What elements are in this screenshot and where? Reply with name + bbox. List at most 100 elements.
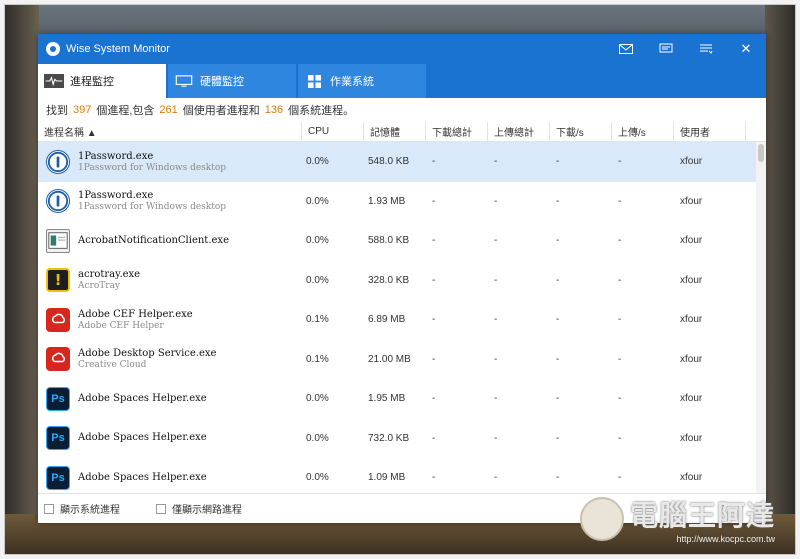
download-rate-value: - xyxy=(556,432,560,444)
table-row[interactable]: AcrobatNotificationClient.exe 0.0% 588.0… xyxy=(38,221,766,261)
download-total-value: - xyxy=(432,472,436,484)
total-process-count: 397 xyxy=(73,104,92,116)
column-header-download-rate[interactable]: 下載/s xyxy=(550,121,612,142)
column-header-cpu[interactable]: CPU xyxy=(302,121,364,142)
mail-button[interactable] xyxy=(606,34,646,64)
column-header-upload-total[interactable]: 上傳總計 xyxy=(488,121,550,142)
background-sky xyxy=(39,5,765,35)
photoshop-icon: Ps xyxy=(46,386,70,411)
download-total-value: - xyxy=(432,156,436,168)
tab-label: 作業系統 xyxy=(330,76,374,88)
feedback-button[interactable] xyxy=(646,34,686,64)
download-rate-value: - xyxy=(556,235,560,247)
hardware-monitor-icon xyxy=(174,74,194,88)
column-header-name[interactable]: 進程名稱 ▲ xyxy=(38,121,302,142)
cpu-value: 0.1% xyxy=(306,353,329,365)
show-system-processes-checkbox[interactable]: 顯示系統進程 xyxy=(44,501,120,516)
tab-hardware-monitor[interactable]: 硬體監控 xyxy=(168,64,296,98)
user-value: xfour xyxy=(680,195,703,207)
memory-value: 6.89 MB xyxy=(368,314,406,326)
table-row[interactable]: Adobe CEF Helper.exe Adobe CEF Helper 0.… xyxy=(38,300,766,340)
table-row[interactable]: 1Password.exe 1Password for Windows desk… xyxy=(38,142,766,182)
download-total-value: - xyxy=(432,393,436,405)
tab-operating-system[interactable]: 作業系統 xyxy=(298,64,426,98)
process-name: 1Password.exe xyxy=(78,190,154,202)
tab-label: 進程監控 xyxy=(70,76,114,88)
upload-total-value: - xyxy=(494,353,498,365)
summary-mid2: 個使用者進程和 xyxy=(182,105,260,117)
download-total-value: - xyxy=(432,235,436,247)
download-rate-value: - xyxy=(556,314,560,326)
photoshop-icon: Ps xyxy=(46,465,70,490)
user-value: xfour xyxy=(680,353,703,365)
close-button[interactable]: ✕ xyxy=(726,34,766,64)
download-rate-value: - xyxy=(556,274,560,286)
column-header-spacer xyxy=(746,122,766,142)
process-list: 1Password.exe 1Password for Windows desk… xyxy=(38,142,766,493)
checkbox-box[interactable] xyxy=(44,503,54,514)
upload-total-value: - xyxy=(494,314,498,326)
table-row[interactable]: Ps Adobe Spaces Helper.exe 0.0% 732.0 KB… xyxy=(38,419,766,459)
scrollbar-thumb[interactable] xyxy=(758,144,764,162)
download-rate-value: - xyxy=(556,195,560,207)
tab-process-monitor[interactable]: 進程監控 xyxy=(38,64,166,98)
memory-value: 548.0 KB xyxy=(368,156,410,168)
upload-total-value: - xyxy=(494,195,498,207)
window-title: Wise System Monitor xyxy=(66,43,170,55)
summary-mid1: 個進程,包含 xyxy=(96,105,155,117)
process-name: Adobe Spaces Helper.exe xyxy=(78,471,207,483)
summary-prefix: 找到 xyxy=(46,105,68,117)
user-value: xfour xyxy=(680,274,703,286)
user-value: xfour xyxy=(680,432,703,444)
download-total-value: - xyxy=(432,432,436,444)
app-window: Wise System Monitor ✕ 進程監控 硬體監控 作業系統 找到 … xyxy=(38,34,766,523)
column-header-upload-rate[interactable]: 上傳/s xyxy=(612,121,674,142)
title-bar[interactable]: Wise System Monitor ✕ xyxy=(38,34,766,64)
user-process-count: 261 xyxy=(159,104,178,116)
upload-total-value: - xyxy=(494,235,498,247)
photoshop-icon: Ps xyxy=(46,426,70,451)
menu-button[interactable] xyxy=(686,34,726,64)
cpu-value: 0.0% xyxy=(306,472,329,484)
process-description: 1Password for Windows desktop xyxy=(78,202,227,213)
memory-value: 1.93 MB xyxy=(368,195,406,207)
upload-total-value: - xyxy=(494,393,498,405)
process-summary: 找到 397 個進程,包含 261 個使用者進程和 136 個系統進程。 xyxy=(38,98,766,122)
process-name: 1Password.exe xyxy=(78,150,154,162)
table-row[interactable]: Adobe Desktop Service.exe Creative Cloud… xyxy=(38,340,766,380)
download-rate-value: - xyxy=(556,472,560,484)
memory-value: 732.0 KB xyxy=(368,432,410,444)
table-row[interactable]: Ps Adobe Spaces Helper.exe 0.0% 1.09 MB … xyxy=(38,458,766,493)
cpu-value: 0.0% xyxy=(306,393,329,405)
acrobat-notification-icon xyxy=(46,228,70,253)
column-header-user[interactable]: 使用者 xyxy=(674,121,746,142)
system-process-count: 136 xyxy=(264,104,284,116)
upload-total-value: - xyxy=(494,432,498,444)
download-rate-value: - xyxy=(556,393,560,405)
download-total-value: - xyxy=(432,274,436,286)
show-network-only-checkbox[interactable]: 僅顯示網路進程 xyxy=(156,501,242,516)
background-tower-right xyxy=(765,5,795,554)
upload-rate-value: - xyxy=(618,393,622,405)
download-total-value: - xyxy=(432,353,436,365)
desktop-background: Wise System Monitor ✕ 進程監控 硬體監控 作業系統 找到 … xyxy=(4,4,796,555)
cpu-value: 0.1% xyxy=(306,314,329,326)
process-name: Adobe Spaces Helper.exe xyxy=(78,392,207,404)
checkbox-box[interactable] xyxy=(156,503,166,514)
user-value: xfour xyxy=(680,156,703,168)
upload-rate-value: - xyxy=(618,314,622,326)
memory-value: 588.0 KB xyxy=(368,235,410,247)
process-name: Adobe Spaces Helper.exe xyxy=(78,432,207,444)
table-row[interactable]: 1Password.exe 1Password for Windows desk… xyxy=(38,182,766,222)
user-value: xfour xyxy=(680,235,703,247)
table-row[interactable]: ! acrotray.exe AcroTray 0.0% 328.0 KB - … xyxy=(38,261,766,301)
vertical-scrollbar[interactable] xyxy=(756,142,766,493)
memory-value: 1.09 MB xyxy=(368,472,406,484)
watermark-url: http://www.kocpc.com.tw xyxy=(676,534,775,544)
column-header-memory[interactable]: 記憶體 xyxy=(364,121,426,142)
process-description: Creative Cloud xyxy=(78,360,147,371)
upload-total-value: - xyxy=(494,472,498,484)
column-header-download-total[interactable]: 下載總計 xyxy=(426,121,488,142)
tab-bar: 進程監控 硬體監控 作業系統 xyxy=(38,64,766,98)
table-row[interactable]: Ps Adobe Spaces Helper.exe 0.0% 1.95 MB … xyxy=(38,379,766,419)
